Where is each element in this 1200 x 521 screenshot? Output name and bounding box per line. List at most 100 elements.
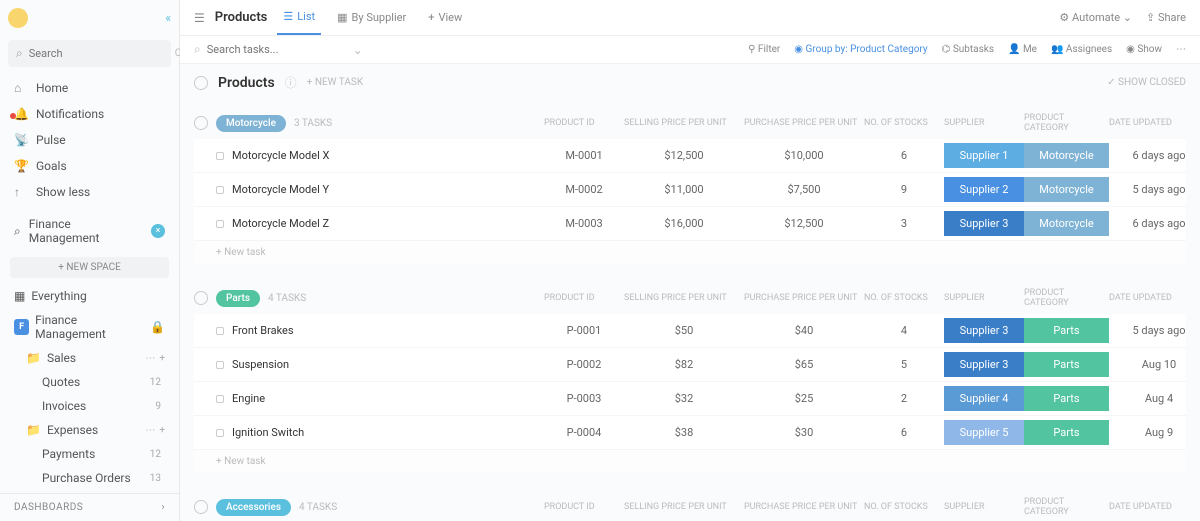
- collapse-group-icon[interactable]: [194, 500, 208, 514]
- sidebar-footer[interactable]: DASHBOARDS ›: [0, 493, 179, 521]
- task-search[interactable]: ⌕ ⌄: [194, 42, 738, 57]
- cell-stock: 2: [864, 392, 944, 405]
- row-name: Motorcycle Model Z: [232, 217, 329, 230]
- tree-quotes[interactable]: Quotes12: [0, 370, 179, 394]
- supplier-badge[interactable]: Supplier 3: [944, 318, 1024, 343]
- show-button[interactable]: ◉ Show: [1126, 44, 1162, 55]
- toolbar: ⌕ ⌄ ⚲ Filter ◉ Group by: Product Categor…: [180, 36, 1200, 64]
- table-row[interactable]: Motorcycle Model Y M-0002 $11,000 $7,500…: [194, 173, 1186, 207]
- table-row[interactable]: Motorcycle Model Z M-0003 $16,000 $12,50…: [194, 207, 1186, 241]
- nav-goals[interactable]: 🏆Goals: [0, 153, 179, 179]
- col-supplier: SUPPLIER: [944, 496, 1024, 518]
- assignees-button[interactable]: 👥 Assignees: [1051, 44, 1112, 55]
- status-dot[interactable]: [216, 327, 224, 335]
- info-icon[interactable]: ⓘ: [285, 74, 297, 91]
- supplier-badge[interactable]: Supplier 5: [944, 420, 1024, 445]
- supplier-badge[interactable]: Supplier 2: [944, 177, 1024, 202]
- category-badge[interactable]: Parts: [1024, 352, 1109, 377]
- table-row[interactable]: Ignition Switch P-0004 $38 $30 6 Supplie…: [194, 416, 1186, 450]
- status-dot[interactable]: [216, 152, 224, 160]
- status-dot[interactable]: [216, 395, 224, 403]
- me-button[interactable]: 👤 Me: [1008, 44, 1037, 55]
- category-badge[interactable]: Parts: [1024, 386, 1109, 411]
- cell-purchase-price: $30: [744, 426, 864, 439]
- nav-pulse[interactable]: 📡Pulse: [0, 127, 179, 153]
- status-dot[interactable]: [216, 361, 224, 369]
- collapse-group-icon[interactable]: [194, 291, 208, 305]
- subtasks-button[interactable]: ⌬ Subtasks: [942, 44, 994, 55]
- status-dot[interactable]: [216, 220, 224, 228]
- group-pill[interactable]: Accessories: [216, 499, 291, 516]
- nav-home[interactable]: ⌂Home: [0, 75, 179, 101]
- nav-show-less[interactable]: ↑Show less: [0, 179, 179, 205]
- avatar[interactable]: [8, 8, 28, 28]
- task-search-input[interactable]: [207, 43, 347, 56]
- col-selling: SELLING PRICE PER UNIT: [624, 496, 744, 518]
- filter-button[interactable]: ⚲ Filter: [748, 44, 780, 55]
- sidebar-search[interactable]: ⌕ Ctrl+K: [8, 40, 171, 67]
- tree-invoices[interactable]: Invoices9: [0, 394, 179, 418]
- tree-everything[interactable]: ▦Everything: [0, 284, 179, 308]
- cell-selling-price: $16,000: [624, 217, 744, 230]
- status-dot[interactable]: [216, 186, 224, 194]
- category-badge[interactable]: Motorcycle: [1024, 143, 1109, 168]
- tree-expenses[interactable]: 📁Expenses⋯+: [0, 418, 179, 442]
- cell-purchase-price: $7,500: [744, 183, 864, 196]
- new-task-row[interactable]: + New task: [194, 241, 1186, 264]
- new-task-row[interactable]: + New task: [194, 450, 1186, 473]
- space-header[interactable]: ⌕ Finance Management ×: [0, 209, 179, 253]
- search-icon: ⌕: [14, 224, 21, 239]
- table-row[interactable]: Motorcycle Model X M-0001 $12,500 $10,00…: [194, 139, 1186, 173]
- cell-stock: 3: [864, 217, 944, 230]
- topbar: ☰ Products ☰List ▦By Supplier +View ⚙ Au…: [180, 0, 1200, 36]
- supplier-badge[interactable]: Supplier 3: [944, 211, 1024, 236]
- supplier-badge[interactable]: Supplier 1: [944, 143, 1024, 168]
- supplier-badge[interactable]: Supplier 4: [944, 386, 1024, 411]
- add-view[interactable]: +View: [422, 1, 468, 34]
- plus-icon[interactable]: +: [159, 353, 165, 364]
- home-icon: ⌂: [14, 81, 28, 95]
- category-badge[interactable]: Parts: [1024, 420, 1109, 445]
- close-space-icon[interactable]: ×: [151, 224, 165, 238]
- sidebar-search-input[interactable]: [29, 47, 169, 60]
- more-icon[interactable]: ⋯: [145, 425, 155, 436]
- tab-list[interactable]: ☰List: [277, 0, 321, 35]
- cell-date-updated: 6 days ago: [1109, 149, 1200, 162]
- new-task-button[interactable]: + NEW TASK: [307, 77, 363, 88]
- more-icon[interactable]: ⋯: [1176, 44, 1186, 55]
- supplier-badge[interactable]: Supplier 3: [944, 352, 1024, 377]
- collapse-sidebar-icon[interactable]: «: [165, 11, 171, 25]
- collapse-all-icon[interactable]: [194, 76, 208, 90]
- search-icon: ⌕: [16, 46, 23, 61]
- category-badge[interactable]: Motorcycle: [1024, 211, 1109, 236]
- nav-notifications[interactable]: 🔔Notifications: [0, 101, 179, 127]
- group-pill[interactable]: Motorcycle: [216, 115, 286, 132]
- automate-button[interactable]: ⚙ Automate ⌄: [1059, 11, 1132, 24]
- category-badge[interactable]: Motorcycle: [1024, 177, 1109, 202]
- tree-purchase-orders[interactable]: Purchase Orders13: [0, 466, 179, 490]
- collapse-group-icon[interactable]: [194, 116, 208, 130]
- group-pill[interactable]: Parts: [216, 290, 260, 307]
- tree-sales[interactable]: 📁Sales⋯+: [0, 346, 179, 370]
- tree-finance-mgmt[interactable]: FFinance Management🔒: [0, 308, 179, 346]
- cell-purchase-price: $40: [744, 324, 864, 337]
- cell-purchase-price: $10,000: [744, 149, 864, 162]
- tree-payments[interactable]: Payments12: [0, 442, 179, 466]
- new-space-button[interactable]: + NEW SPACE: [10, 257, 169, 278]
- plus-icon[interactable]: +: [159, 425, 165, 436]
- more-icon[interactable]: ⋯: [145, 353, 155, 364]
- cell-date-updated: 5 days ago: [1109, 183, 1200, 196]
- table-row[interactable]: Front Brakes P-0001 $50 $40 4 Supplier 3…: [194, 314, 1186, 348]
- table-row[interactable]: Suspension P-0002 $82 $65 5 Supplier 3 P…: [194, 348, 1186, 382]
- table-row[interactable]: Engine P-0003 $32 $25 2 Supplier 4 Parts…: [194, 382, 1186, 416]
- col-updated: DATE UPDATED: [1109, 287, 1200, 309]
- share-button[interactable]: ⇪ Share: [1146, 11, 1186, 24]
- tab-by-supplier[interactable]: ▦By Supplier: [331, 1, 412, 34]
- status-dot[interactable]: [216, 429, 224, 437]
- chevron-down-icon[interactable]: ⌄: [353, 43, 363, 57]
- show-closed-button[interactable]: ✓ SHOW CLOSED: [1107, 77, 1186, 88]
- category-badge[interactable]: Parts: [1024, 318, 1109, 343]
- cell-date-updated: 6 days ago: [1109, 217, 1200, 230]
- col-category: PRODUCT CATEGORY: [1024, 107, 1109, 139]
- group-by-button[interactable]: ◉ Group by: Product Category: [794, 44, 927, 55]
